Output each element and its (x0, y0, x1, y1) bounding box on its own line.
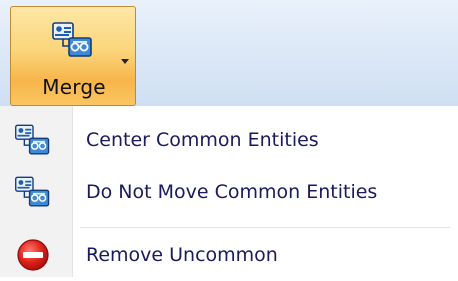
remove-icon (14, 237, 52, 273)
ribbon: Merge (0, 0, 458, 107)
menu-item-label: Center Common Entities (86, 129, 319, 151)
merge-dropdown-menu: Center Common Entities Do Not Move Commo… (0, 106, 458, 277)
menu-item-do-not-move-common-entities[interactable]: Do Not Move Common Entities (0, 166, 458, 218)
merge-split-button[interactable]: Merge (10, 6, 136, 106)
merge-entities-icon (14, 122, 52, 158)
merge-entities-icon (14, 174, 52, 210)
menu-item-center-common-entities[interactable]: Center Common Entities (0, 114, 458, 166)
menu-item-label: Do Not Move Common Entities (86, 181, 378, 203)
chevron-down-icon[interactable] (121, 59, 129, 64)
menu-item-label: Remove Uncommon (86, 244, 278, 266)
menu-item-remove-uncommon[interactable]: Remove Uncommon (0, 229, 458, 281)
merge-button-label: Merge (42, 75, 106, 99)
merge-entities-icon (51, 21, 95, 59)
menu-separator (80, 227, 450, 228)
